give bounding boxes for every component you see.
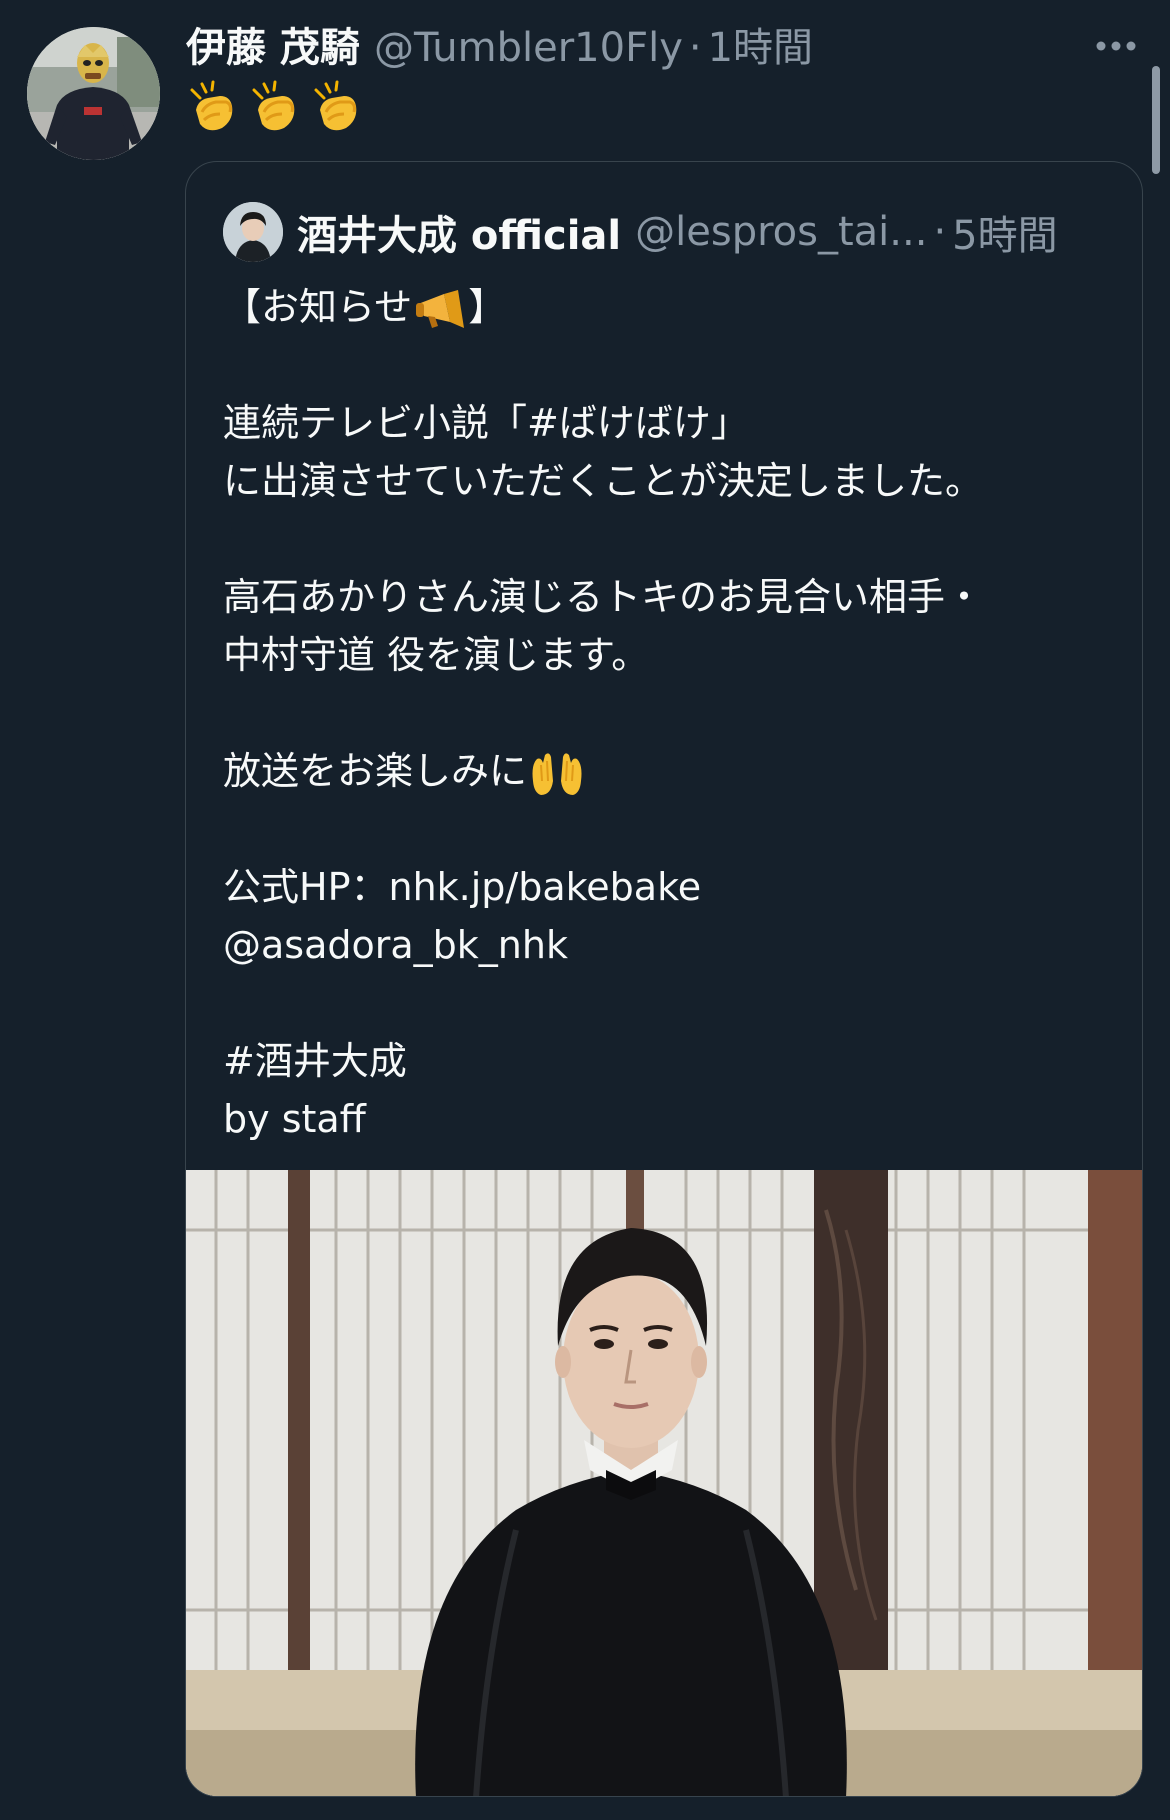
quoted-text-line: 【お知らせ】 [223, 278, 1103, 336]
quoted-text-line: 公式HP：nhk.jp/bakebake [223, 865, 702, 909]
scrollbar[interactable] [1152, 66, 1160, 174]
more-options-button[interactable] [1090, 26, 1142, 66]
tweet[interactable]: 伊藤 茂騎 @Tumbler10Fly · 1時間 酒井大成 official … [0, 0, 1170, 1820]
quoted-text-line [223, 336, 1103, 394]
quoted-author-handle[interactable]: @lespros_tai... [635, 209, 927, 255]
tweet-text [186, 76, 364, 138]
quoted-text-line: 中村守道 役を演じます。 [223, 633, 650, 677]
quoted-text-line: 高石あかりさん演じるトキのお見合い相手・ [223, 575, 984, 619]
quoted-text-line: 放送をお楽しみに [223, 742, 1103, 800]
tweet-timestamp[interactable]: 1時間 [708, 20, 813, 76]
author-avatar[interactable] [27, 27, 160, 160]
raised-palms-icon [532, 752, 582, 795]
quoted-tweet-header: 酒井大成 official @lespros_tai... · 5時間 [223, 202, 1058, 262]
quoted-tweet-text: 【お知らせ】 連続テレビ小説「#ばけばけ」 に出演させていただくことが決定しまし… [223, 278, 1103, 1148]
quoted-tweet-timestamp: 5時間 [952, 213, 1058, 259]
tweet-header: 伊藤 茂騎 @Tumbler10Fly · 1時間 [186, 20, 813, 76]
quoted-text-line: に出演させていただくことが決定しました。 [223, 459, 984, 503]
author-name[interactable]: 伊藤 茂騎 [186, 20, 360, 76]
separator-dot: · [933, 209, 947, 255]
quoted-text-line [223, 684, 1103, 742]
clapping-hands-icon [190, 80, 233, 131]
quoted-text-line: 連続テレビ小説「#ばけばけ」 [223, 401, 749, 445]
quoted-tweet-photo[interactable] [186, 1170, 1142, 1796]
separator-dot: · [688, 25, 702, 71]
quoted-text-line [223, 974, 1103, 1032]
clapping-hands-icon [252, 80, 295, 131]
quoted-author-name[interactable]: 酒井大成 official [297, 203, 621, 261]
quoted-text-line [223, 510, 1103, 568]
quoted-tweet[interactable]: 酒井大成 official @lespros_tai... · 5時間 【お知ら… [185, 161, 1143, 1797]
megaphone-icon [416, 289, 465, 328]
photo-image [186, 1170, 1142, 1796]
quoted-text-line: by staff [223, 1097, 366, 1141]
quoted-text-line [223, 800, 1103, 858]
quoted-text-line: @asadora_bk_nhk [223, 923, 568, 967]
author-handle[interactable]: @Tumbler10Fly [374, 20, 683, 76]
more-horizontal-icon [1096, 41, 1136, 51]
clapping-hands-icon [314, 80, 357, 131]
quoted-author-avatar[interactable] [223, 202, 283, 262]
quoted-text-line: #酒井大成 [223, 1039, 407, 1083]
